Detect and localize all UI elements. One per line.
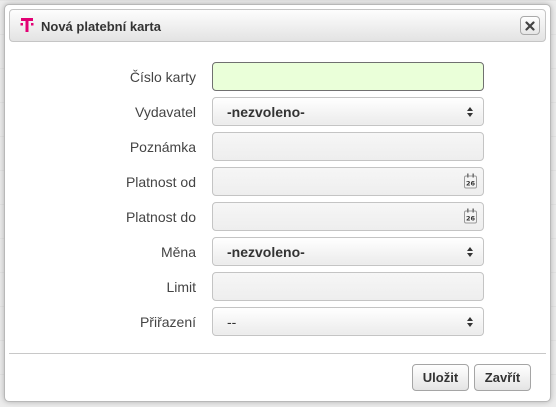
dialog-title: Nová platební karta — [41, 19, 161, 34]
currency-selected-value: -nezvoleno- — [227, 244, 305, 260]
footer-divider — [9, 353, 546, 354]
card-number-input[interactable] — [212, 62, 484, 91]
telekom-logo-icon — [20, 18, 34, 32]
form-row-issuer: Vydavatel -nezvoleno- — [5, 97, 552, 127]
select-arrows-icon — [467, 247, 473, 257]
calendar-icon[interactable]: 26 — [464, 173, 477, 189]
calendar-icon-day: 26 — [466, 180, 476, 188]
issuer-selected-value: -nezvoleno- — [227, 104, 305, 120]
form-row-assignment: Přiřazení -- — [5, 307, 552, 337]
note-label: Poznámka — [129, 139, 196, 155]
issuer-select[interactable]: -nezvoleno- — [212, 97, 484, 126]
issuer-label: Vydavatel — [135, 104, 196, 120]
valid-to-label: Platnost do — [125, 209, 196, 225]
card-number-label: Číslo karty — [129, 69, 196, 85]
save-button[interactable]: Uložit — [412, 364, 469, 391]
form-row-valid-from: Platnost od 26 — [5, 167, 552, 197]
currency-select[interactable]: -nezvoleno- — [212, 237, 484, 266]
assignment-select[interactable]: -- — [212, 307, 484, 336]
new-payment-card-dialog: Nová platební karta Číslo karty Vydavate… — [4, 4, 551, 402]
form-row-note: Poznámka — [5, 132, 552, 162]
calendar-icon[interactable]: 26 — [464, 208, 477, 224]
calendar-icon-day: 26 — [466, 215, 476, 223]
valid-from-label: Platnost od — [125, 174, 196, 190]
assignment-selected-value: -- — [227, 314, 237, 330]
select-arrows-icon — [467, 317, 473, 327]
dialog-titlebar: Nová platební karta — [9, 9, 546, 42]
limit-input[interactable] — [212, 272, 484, 301]
close-dialog-button[interactable] — [520, 16, 540, 35]
form-row-valid-to: Platnost do 26 — [5, 202, 552, 232]
assignment-label: Přiřazení — [139, 314, 196, 330]
close-button[interactable]: Zavřít — [474, 364, 531, 391]
note-input[interactable] — [212, 132, 484, 161]
select-arrows-icon — [467, 107, 473, 117]
limit-label: Limit — [166, 279, 196, 295]
form-row-limit: Limit — [5, 272, 552, 302]
form-row-card-number: Číslo karty — [5, 62, 552, 92]
form-row-currency: Měna -nezvoleno- — [5, 237, 552, 267]
currency-label: Měna — [160, 244, 196, 260]
valid-to-date-input[interactable]: 26 — [212, 202, 484, 231]
valid-from-date-input[interactable]: 26 — [212, 167, 484, 196]
close-icon — [525, 21, 535, 31]
